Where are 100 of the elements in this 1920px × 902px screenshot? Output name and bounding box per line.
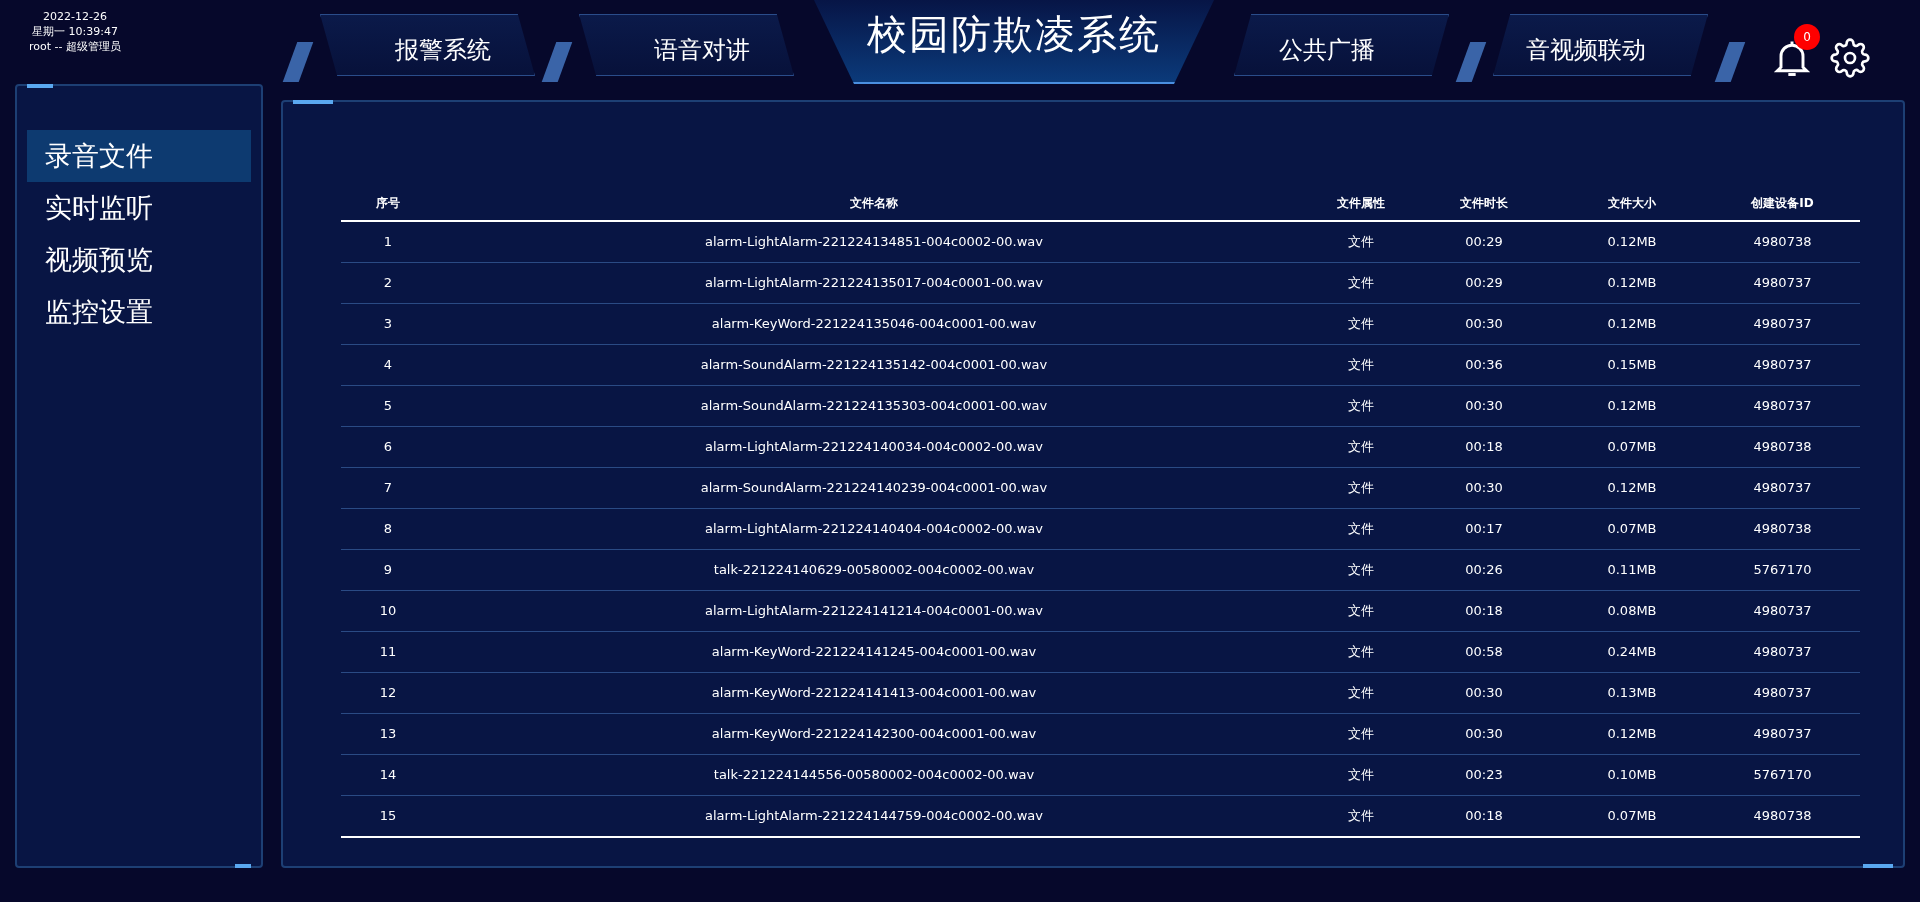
table-cell: alarm-LightAlarm-221224134851-004c0002-00.wav bbox=[435, 221, 1313, 263]
table-cell: 4980737 bbox=[1705, 303, 1860, 345]
table-cell: 00:18 bbox=[1409, 795, 1559, 836]
table-cell: 0.12MB bbox=[1559, 713, 1705, 755]
table-cell: 00:29 bbox=[1409, 262, 1559, 304]
table-cell: 4980737 bbox=[1705, 344, 1860, 386]
weekday-time-text: 星期一 10:39:47 bbox=[32, 25, 118, 39]
table-cell: 0.07MB bbox=[1559, 508, 1705, 550]
sidebar-item[interactable]: 视频预览 bbox=[27, 234, 251, 286]
table-cell: 0.11MB bbox=[1559, 549, 1705, 591]
table-cell: 0.12MB bbox=[1559, 385, 1705, 427]
table-cell: 文件 bbox=[1313, 303, 1409, 345]
table-cell: alarm-KeyWord-221224141413-004c0001-00.wav bbox=[435, 672, 1313, 714]
column-header: 文件大小 bbox=[1559, 187, 1705, 221]
table-cell: 4980737 bbox=[1705, 590, 1860, 632]
column-header: 创建设备ID bbox=[1705, 187, 1860, 221]
table-cell: 文件 bbox=[1313, 754, 1409, 796]
user-role-text: root -- 超级管理员 bbox=[29, 40, 121, 54]
table-cell: 00:29 bbox=[1409, 221, 1559, 263]
table-cell: 4980737 bbox=[1705, 262, 1860, 304]
table-cell: 0.12MB bbox=[1559, 221, 1705, 263]
table-cell: alarm-SoundAlarm-221224135142-004c0001-00.wav bbox=[435, 344, 1313, 386]
table-cell: 00:36 bbox=[1409, 344, 1559, 386]
table-cell: 文件 bbox=[1313, 221, 1409, 263]
table-cell: 4980737 bbox=[1705, 631, 1860, 673]
table-cell: 5 bbox=[341, 385, 435, 427]
table-cell: alarm-KeyWord-221224141245-004c0001-00.wav bbox=[435, 631, 1313, 673]
table-cell: 4980738 bbox=[1705, 508, 1860, 550]
column-header: 序号 bbox=[341, 187, 435, 221]
table-cell: 00:26 bbox=[1409, 549, 1559, 591]
date-text: 2022-12-26 bbox=[43, 10, 107, 24]
table-cell: 4 bbox=[341, 344, 435, 386]
table-cell: 1 bbox=[341, 221, 435, 263]
sidebar-item[interactable]: 监控设置 bbox=[27, 286, 251, 338]
table-cell: 00:17 bbox=[1409, 508, 1559, 550]
table-cell: 文件 bbox=[1313, 385, 1409, 427]
table-cell: 00:18 bbox=[1409, 590, 1559, 632]
table-cell: 11 bbox=[341, 631, 435, 673]
table-cell: 4980738 bbox=[1705, 426, 1860, 468]
table-cell: 文件 bbox=[1313, 262, 1409, 304]
table-cell: 3 bbox=[341, 303, 435, 345]
table-cell: 0.12MB bbox=[1559, 262, 1705, 304]
table-cell: 0.10MB bbox=[1559, 754, 1705, 796]
column-header: 文件属性 bbox=[1313, 187, 1409, 221]
table-cell: 00:30 bbox=[1409, 713, 1559, 755]
table-cell: 00:18 bbox=[1409, 426, 1559, 468]
table-cell: alarm-LightAlarm-221224144759-004c0002-00.wav bbox=[435, 795, 1313, 836]
table-cell: alarm-KeyWord-221224135046-004c0001-00.wav bbox=[435, 303, 1313, 345]
sidebar-item[interactable]: 录音文件 bbox=[27, 130, 251, 182]
sidebar-item[interactable]: 实时监听 bbox=[27, 182, 251, 234]
table-cell: 8 bbox=[341, 508, 435, 550]
nav-tab[interactable]: 公共广播 bbox=[1234, 14, 1449, 76]
table-cell: 文件 bbox=[1313, 344, 1409, 386]
table-cell: 7 bbox=[341, 467, 435, 509]
nav-tab[interactable]: 语音对讲 bbox=[579, 14, 794, 76]
table-cell: 文件 bbox=[1313, 631, 1409, 673]
table-cell: 00:30 bbox=[1409, 467, 1559, 509]
table-cell: 9 bbox=[341, 549, 435, 591]
column-header: 文件时长 bbox=[1409, 187, 1559, 221]
table-cell: 13 bbox=[341, 713, 435, 755]
table-cell: 0.12MB bbox=[1559, 467, 1705, 509]
table-cell: 15 bbox=[341, 795, 435, 836]
table-cell: 文件 bbox=[1313, 508, 1409, 550]
table-cell: alarm-SoundAlarm-221224140239-004c0001-00.wav bbox=[435, 467, 1313, 509]
table-cell: 文件 bbox=[1313, 549, 1409, 591]
table-cell: alarm-LightAlarm-221224140404-004c0002-00.wav bbox=[435, 508, 1313, 550]
table-cell: 4980737 bbox=[1705, 467, 1860, 509]
table-cell: 6 bbox=[341, 426, 435, 468]
table-cell: 2 bbox=[341, 262, 435, 304]
table-cell: 14 bbox=[341, 754, 435, 796]
table-cell: 0.07MB bbox=[1559, 795, 1705, 836]
table-cell: alarm-LightAlarm-221224140034-004c0002-00.wav bbox=[435, 426, 1313, 468]
table-cell: alarm-KeyWord-221224142300-004c0001-00.wav bbox=[435, 713, 1313, 755]
table-cell: 10 bbox=[341, 590, 435, 632]
table-cell: 文件 bbox=[1313, 590, 1409, 632]
table-cell: 文件 bbox=[1313, 713, 1409, 755]
table-cell: 0.15MB bbox=[1559, 344, 1705, 386]
column-header: 文件名称 bbox=[435, 187, 1313, 221]
table-cell: 00:30 bbox=[1409, 303, 1559, 345]
table-cell: talk-221224140629-00580002-004c0002-00.wav bbox=[435, 549, 1313, 591]
table-cell: 4980738 bbox=[1705, 795, 1860, 836]
nav-tab[interactable]: 报警系统 bbox=[320, 14, 535, 76]
settings-icon[interactable] bbox=[1830, 38, 1870, 78]
table-cell: 5767170 bbox=[1705, 549, 1860, 591]
notification-count-badge: 0 bbox=[1794, 24, 1820, 50]
table-cell: 4980737 bbox=[1705, 385, 1860, 427]
table-cell: 00:30 bbox=[1409, 385, 1559, 427]
table-cell: 4980737 bbox=[1705, 713, 1860, 755]
table-cell: 00:23 bbox=[1409, 754, 1559, 796]
table-cell: alarm-LightAlarm-221224141214-004c0001-00.wav bbox=[435, 590, 1313, 632]
system-title: 校园防欺凌系统 bbox=[814, 0, 1214, 84]
table-cell: 0.12MB bbox=[1559, 303, 1705, 345]
table-cell: 文件 bbox=[1313, 467, 1409, 509]
nav-tab[interactable]: 音视频联动 bbox=[1493, 14, 1708, 76]
table-cell: 文件 bbox=[1313, 672, 1409, 714]
table-cell: 4980737 bbox=[1705, 672, 1860, 714]
table-cell: 0.08MB bbox=[1559, 590, 1705, 632]
table-cell: alarm-SoundAlarm-221224135303-004c0001-00.wav bbox=[435, 385, 1313, 427]
table-cell: 4980738 bbox=[1705, 221, 1860, 263]
table-cell: 0.13MB bbox=[1559, 672, 1705, 714]
